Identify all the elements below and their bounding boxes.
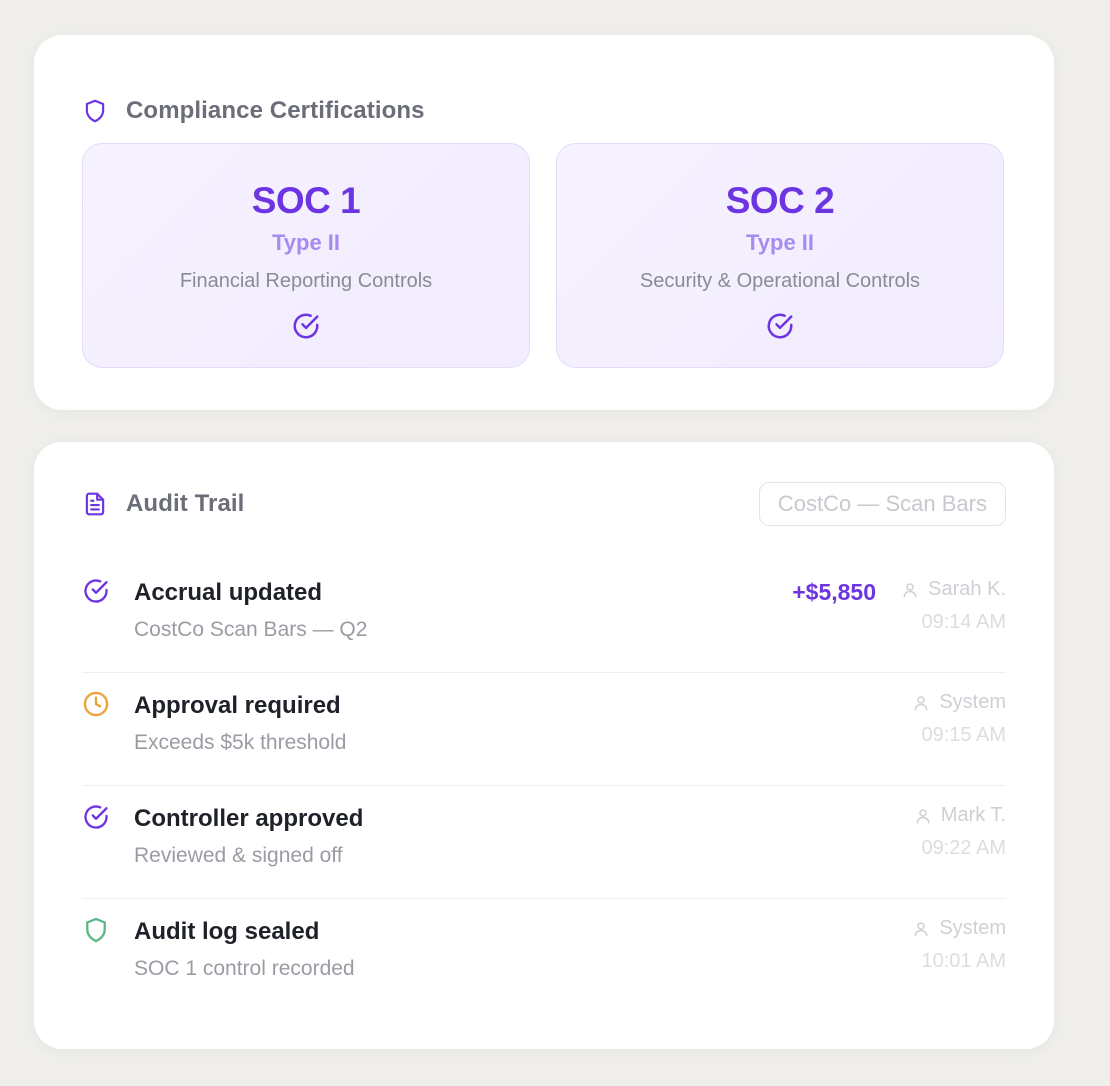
- certifications-header: Compliance Certifications: [82, 97, 425, 125]
- clock-icon: [82, 690, 110, 718]
- certification-type: Type II: [745, 230, 815, 255]
- certification-description: Security & Operational Controls: [639, 270, 921, 292]
- event-time: 09:22 AM: [921, 837, 1006, 859]
- audit-filter-chip[interactable]: CostCo — Scan Bars: [758, 482, 1006, 526]
- event-time: 09:14 AM: [921, 611, 1006, 633]
- check-circle-icon: [291, 311, 321, 341]
- audit-event-row[interactable]: Audit log sealed SOC 1 control recorded …: [82, 898, 1006, 1011]
- user-icon: [914, 807, 932, 825]
- event-title: Controller approved: [134, 805, 364, 832]
- certification-description: Financial Reporting Controls: [179, 270, 433, 292]
- audit-trail-header: Audit Trail: [82, 490, 244, 518]
- shield-icon: [82, 916, 110, 944]
- event-user: System: [912, 691, 1006, 714]
- audit-event-row[interactable]: Controller approved Reviewed & signed of…: [82, 785, 1006, 899]
- audit-event-row[interactable]: Approval required Exceeds $5k threshold …: [82, 672, 1006, 786]
- event-title: Audit log sealed: [134, 918, 320, 945]
- shield-icon: [82, 98, 108, 124]
- event-title: Approval required: [134, 692, 341, 719]
- event-time: 09:15 AM: [921, 724, 1006, 746]
- check-circle-icon: [82, 803, 110, 831]
- event-subtitle: Reviewed & signed off: [134, 844, 343, 867]
- user-icon: [912, 694, 930, 712]
- event-user-name: System: [939, 917, 1006, 939]
- user-icon: [901, 581, 919, 599]
- audit-event-row[interactable]: Accrual updated CostCo Scan Bars — Q2 +$…: [82, 559, 1006, 673]
- audit-trail-title: Audit Trail: [126, 490, 245, 517]
- event-amount: +$5,850: [792, 579, 876, 605]
- certification-tile-soc2[interactable]: SOC 2 Type II Security & Operational Con…: [556, 143, 1004, 368]
- compliance-certifications-card: Compliance Certifications SOC 1 Type II …: [34, 35, 1054, 410]
- document-icon: [82, 491, 108, 517]
- certifications-title: Compliance Certifications: [126, 97, 425, 124]
- event-user-name: System: [939, 691, 1006, 713]
- certification-tile-soc1[interactable]: SOC 1 Type II Financial Reporting Contro…: [82, 143, 530, 368]
- check-circle-icon: [82, 577, 110, 605]
- certification-name: SOC 2: [725, 180, 835, 221]
- certification-type: Type II: [271, 230, 341, 255]
- event-time: 10:01 AM: [921, 950, 1006, 972]
- event-user-name: Sarah K.: [928, 578, 1006, 600]
- event-subtitle: CostCo Scan Bars — Q2: [134, 618, 368, 641]
- event-title: Accrual updated: [134, 579, 323, 606]
- event-subtitle: SOC 1 control recorded: [134, 957, 355, 980]
- user-icon: [912, 920, 930, 938]
- event-user: Mark T.: [914, 804, 1006, 827]
- check-circle-icon: [765, 311, 795, 341]
- certification-name: SOC 1: [251, 180, 361, 221]
- event-user-name: Mark T.: [940, 804, 1006, 826]
- audit-trail-card: Audit Trail CostCo — Scan Bars Accrual u…: [34, 442, 1054, 1049]
- event-user: System: [912, 917, 1006, 940]
- event-subtitle: Exceeds $5k threshold: [134, 731, 347, 754]
- event-user: Sarah K.: [901, 578, 1006, 601]
